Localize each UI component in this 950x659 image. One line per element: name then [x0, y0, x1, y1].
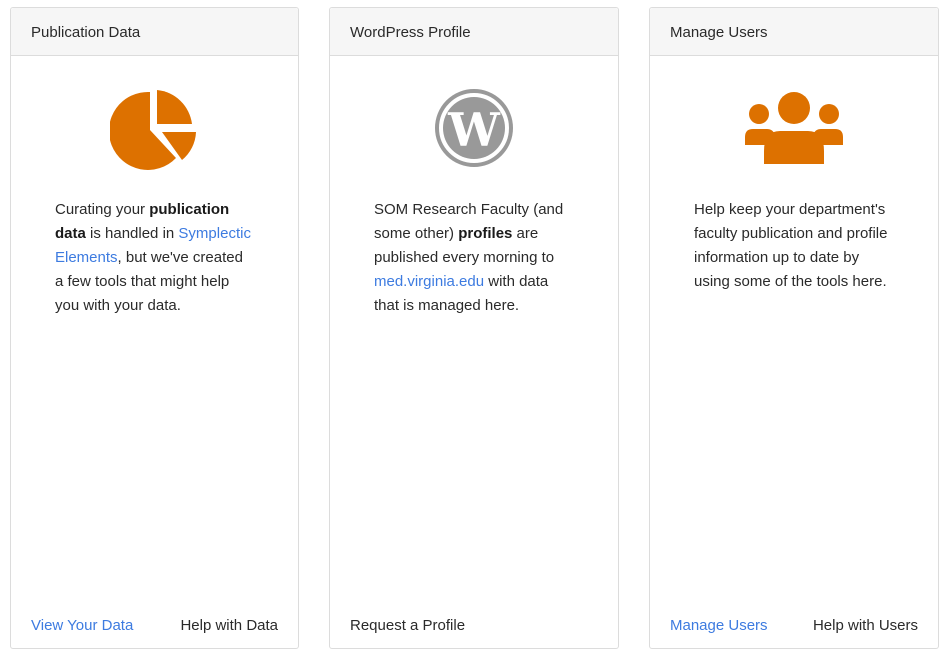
pie-chart-icon: [11, 86, 298, 170]
help-with-users-link[interactable]: Help with Users: [813, 616, 918, 636]
bold-text: profiles: [458, 225, 513, 242]
card-title: Manage Users: [650, 8, 938, 56]
publication-data-card: Publication Data Curating your publicati…: [10, 7, 299, 649]
med-virginia-link[interactable]: med.virginia.edu: [374, 273, 484, 290]
svg-text:W: W: [447, 103, 501, 157]
help-with-data-link[interactable]: Help with Data: [180, 616, 278, 636]
view-your-data-link[interactable]: View Your Data: [31, 616, 133, 636]
wordpress-icon: W: [330, 86, 618, 170]
card-description: Help keep your department's faculty publ…: [694, 201, 888, 290]
users-icon: [650, 86, 938, 170]
manage-users-link[interactable]: Manage Users: [670, 616, 768, 636]
wordpress-profile-card: WordPress Profile W SOM Research Faculty…: [329, 7, 619, 649]
card-footer: Request a Profile: [350, 616, 598, 636]
manage-users-card: Manage Users Help keep your department's…: [649, 7, 939, 649]
card-title: Publication Data: [11, 8, 298, 56]
card-description: SOM Research Faculty (and some other) pr…: [374, 201, 564, 314]
request-profile-link[interactable]: Request a Profile: [350, 616, 465, 636]
card-title: WordPress Profile: [330, 8, 618, 56]
card-footer: View Your Data Help with Data: [31, 616, 278, 636]
card-description: Curating your publication data is handle…: [55, 201, 251, 314]
card-footer: Manage Users Help with Users: [670, 616, 918, 636]
